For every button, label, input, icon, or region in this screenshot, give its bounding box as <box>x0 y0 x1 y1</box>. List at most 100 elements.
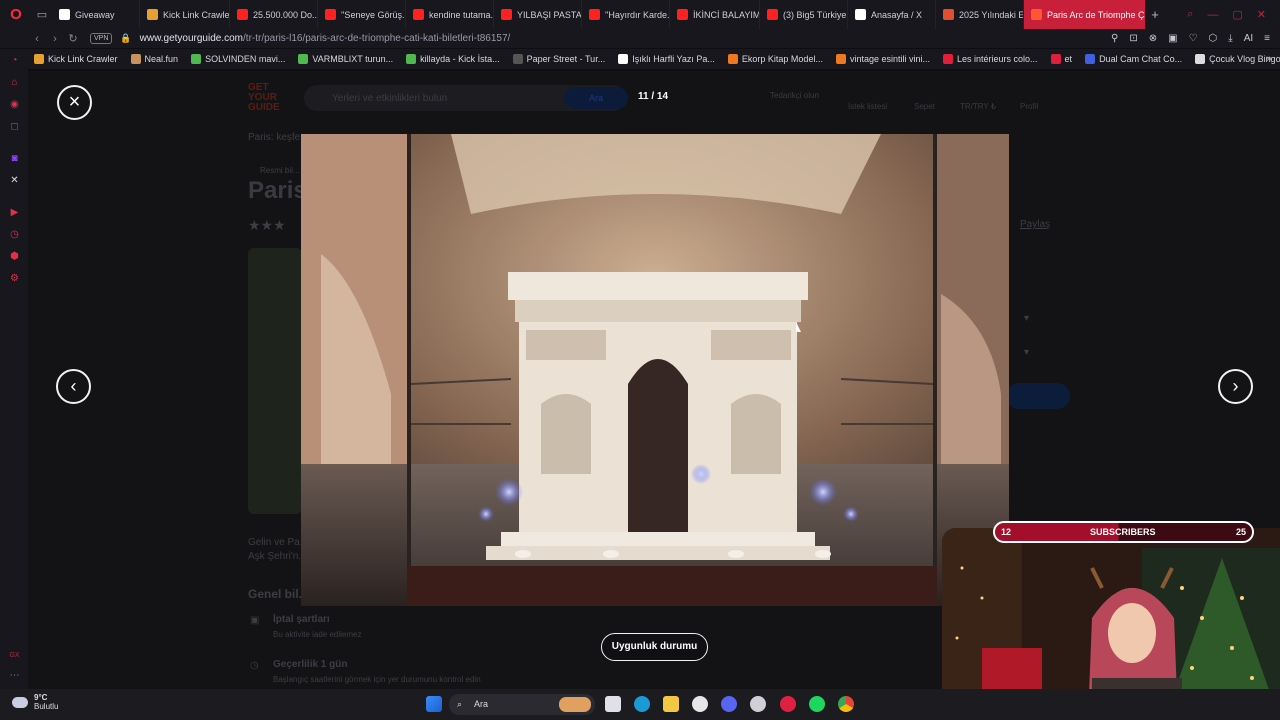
opera-logo-icon[interactable]: O <box>0 0 32 29</box>
tab-label: ''Seneye Görüş... <box>341 9 406 20</box>
snapshot-icon[interactable]: ⊡ <box>1129 33 1137 44</box>
bookmark-item[interactable]: killayda - Kick İsta... <box>406 54 500 64</box>
task-view-icon[interactable] <box>605 696 621 712</box>
maximize-icon[interactable]: ▢ <box>1232 8 1242 21</box>
browser-tab[interactable]: Giveaway <box>52 0 140 29</box>
logo-line-3: GUIDE <box>248 102 280 113</box>
messenger-icon[interactable]: ◉ <box>9 99 20 110</box>
bookmark-item[interactable]: VARMBLIXT turun... <box>298 54 393 64</box>
tab-label: 25.500.000 Do... <box>253 9 318 20</box>
bookmark-favicon-icon <box>727 54 738 64</box>
profile-link[interactable]: Profil <box>1020 102 1038 111</box>
gallery-counter: 11 / 14 <box>638 91 669 102</box>
extensions-icon[interactable]: ⬡ <box>1209 33 1218 44</box>
share-link[interactable]: Paylaş <box>1020 219 1050 230</box>
start-windows-icon[interactable] <box>426 696 442 712</box>
browser-tab[interactable]: YILBAŞI PASTA... <box>494 0 582 29</box>
new-tab-button[interactable]: + <box>1146 7 1164 22</box>
forward-icon[interactable]: › <box>46 33 64 45</box>
sub-label: SUBSCRIBERS <box>1090 527 1156 537</box>
opera-ai-icon[interactable]: ◔ <box>9 55 20 66</box>
heart-icon[interactable]: ♡ <box>1189 33 1198 44</box>
more-icon[interactable]: ⋯ <box>9 670 20 681</box>
dropdown-chevron-icon[interactable]: ▾ <box>1024 313 1029 324</box>
browser-tab[interactable]: Paris Arc de Triomphe Çat... <box>1024 0 1146 29</box>
bookmark-item[interactable]: Paper Street - Tur... <box>512 54 605 64</box>
app-icon[interactable] <box>750 696 766 712</box>
url-field[interactable]: www.getyourguide.com/tr-tr/paris-l16/par… <box>140 33 511 44</box>
chrome-icon[interactable] <box>838 696 854 712</box>
validity-title: Geçerlilik 1 gün <box>273 659 348 670</box>
bookmark-item[interactable]: Ekorp Kitap Model... <box>727 54 823 64</box>
bookmark-item[interactable]: vintage esintili vini... <box>835 54 930 64</box>
pin-icon[interactable]: ⚲ <box>1111 33 1118 44</box>
bookmark-label: Dual Cam Chat Co... <box>1099 54 1183 64</box>
browser-tab[interactable]: 25.500.000 Do... <box>230 0 318 29</box>
site-search-button[interactable]: Ara <box>564 87 628 109</box>
bookmark-item[interactable]: Kick Link Crawler <box>34 54 118 64</box>
subscriber-goal-bar: 12 SUBSCRIBERS 25 <box>993 521 1254 543</box>
browser-tab[interactable]: İKİNCİ BALAYIM... <box>670 0 760 29</box>
wallet-icon[interactable]: ▣ <box>1168 33 1177 44</box>
shield-icon[interactable]: ⊗ <box>1149 33 1157 44</box>
bookmark-item[interactable]: Dual Cam Chat Co... <box>1085 54 1182 64</box>
minimize-icon[interactable]: — <box>1207 9 1218 21</box>
browser-tab[interactable]: (3) Big5 Türkiye <box>760 0 848 29</box>
breadcrumb[interactable]: Paris: keşfe... <box>248 132 309 143</box>
tab-overview-icon[interactable]: ▭ <box>32 0 52 29</box>
tab-favicon-icon <box>325 9 336 20</box>
browser-tab[interactable]: ''Seneye Görüş... <box>318 0 406 29</box>
history-icon[interactable]: ◷ <box>9 229 20 240</box>
gallery-prev-button[interactable]: ‹ <box>56 369 91 404</box>
bookmark-item[interactable]: et <box>1050 54 1072 64</box>
gx-icon[interactable]: GX <box>9 650 20 661</box>
player-icon[interactable]: ▶ <box>9 207 20 218</box>
language-link[interactable]: TR/TRY ₺ <box>960 102 996 111</box>
edge-icon[interactable] <box>634 696 650 712</box>
search-tabs-icon[interactable]: ⌕ <box>1187 8 1193 21</box>
discord-icon[interactable] <box>721 696 737 712</box>
gyg-logo[interactable]: GET YOUR GUIDE <box>248 83 280 113</box>
bookmark-item[interactable]: SOLVINDEN mavi... <box>191 54 285 64</box>
availability-button[interactable]: Uygunluk durumu <box>601 633 708 661</box>
reload-icon[interactable]: ↻ <box>64 32 82 45</box>
dropdown-chevron-icon-2[interactable]: ▾ <box>1024 347 1029 358</box>
back-icon[interactable]: ‹ <box>28 33 46 45</box>
lock-icon[interactable]: 🔒 <box>120 33 131 44</box>
instagram-icon[interactable]: ◻ <box>9 121 20 132</box>
menu-icon[interactable]: ≡ <box>1264 33 1270 44</box>
steam-icon[interactable] <box>692 696 708 712</box>
file-explorer-icon[interactable] <box>663 696 679 712</box>
settings-gear-icon[interactable]: ⚙ <box>9 273 20 284</box>
x-icon[interactable]: ✕ <box>9 175 20 186</box>
gallery-next-button[interactable]: › <box>1218 369 1253 404</box>
weather-widget[interactable]: 9°C Bulutlu <box>12 693 58 711</box>
cart-link[interactable]: Sepet <box>914 102 935 111</box>
mouse-cursor <box>796 322 801 332</box>
shopping-bag-icon[interactable]: ⌂ <box>9 77 20 88</box>
browser-tab[interactable]: kendine tutama... <box>406 0 494 29</box>
close-window-icon[interactable]: ✕ <box>1257 8 1266 21</box>
supplier-link[interactable]: Tedarikçi olun <box>770 91 819 100</box>
gallery-close-button[interactable]: × <box>57 85 92 120</box>
taskbar-search[interactable]: ⌕ Ara <box>449 694 595 715</box>
wishlist-link[interactable]: İstek listesi <box>848 102 887 111</box>
browser-tab[interactable]: 2025 Yılındaki E... <box>936 0 1024 29</box>
browser-tab[interactable]: Kick Link Crawler <box>140 0 230 29</box>
browser-tab[interactable]: ''Hayırdır Karde... <box>582 0 670 29</box>
description-line-2: Aşk Şehri'n... <box>248 551 307 562</box>
bookmark-item[interactable]: Neal.fun <box>130 54 178 64</box>
bookmarks-more-icon[interactable]: » <box>1266 53 1272 65</box>
vpn-badge[interactable]: VPN <box>90 33 113 44</box>
spotify-icon[interactable] <box>809 696 825 712</box>
aria-ai-button[interactable]: AI <box>1244 33 1253 44</box>
opera-gx-taskbar-icon[interactable] <box>780 696 796 712</box>
download-icon[interactable]: ⤓ <box>1228 33 1232 44</box>
browser-tab[interactable]: Anasayfa / X <box>848 0 936 29</box>
extensions-sidebar-icon[interactable]: ⬢ <box>9 251 20 262</box>
bookmark-item[interactable]: Işıklı Harfli Yazı Pa... <box>618 54 715 64</box>
bookmark-item[interactable]: Les intérieurs colo... <box>943 54 1038 64</box>
twitch-icon[interactable]: ◙ <box>9 153 20 164</box>
weather-desc: Bulutlu <box>34 702 59 711</box>
search-highlight-icon <box>559 697 591 712</box>
